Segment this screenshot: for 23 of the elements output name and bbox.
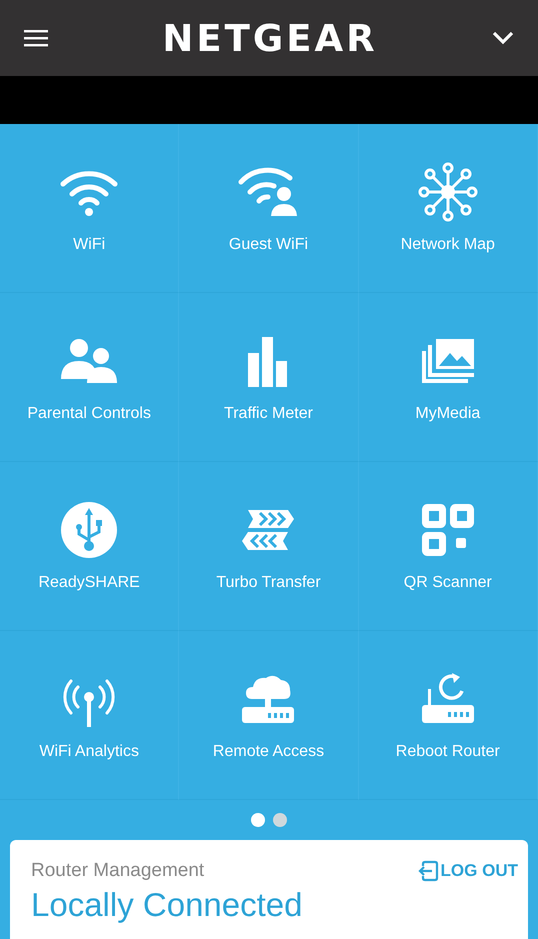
- feature-tile[interactable]: Guest WiFi: [179, 124, 359, 293]
- feature-tile[interactable]: WiFi: [0, 124, 180, 293]
- network-map-icon: [418, 162, 478, 222]
- feature-tile[interactable]: MyMedia: [358, 293, 538, 462]
- logout-button[interactable]: LOG OUT: [416, 860, 518, 882]
- logout-icon: [416, 860, 439, 882]
- card-subtitle: Router Management: [31, 860, 204, 882]
- connection-status: Locally Connected: [31, 886, 303, 924]
- page-dot[interactable]: [251, 813, 265, 827]
- menu-icon[interactable]: [24, 29, 48, 47]
- feature-tile[interactable]: Turbo Transfer: [179, 462, 359, 631]
- feature-tile[interactable]: Parental Controls: [0, 293, 180, 462]
- logo: NETGEAR: [162, 16, 378, 60]
- feature-tile[interactable]: Remote Access: [179, 631, 359, 800]
- feature-tile[interactable]: QR Scanner: [358, 462, 538, 631]
- chevron-down-icon[interactable]: [492, 31, 514, 45]
- feature-tile[interactable]: WiFi Analytics: [0, 631, 180, 800]
- usb-icon: [59, 500, 120, 560]
- feature-tile[interactable]: Traffic Meter: [179, 293, 359, 462]
- feature-tile[interactable]: ReadySHARE: [0, 462, 180, 631]
- feature-tile[interactable]: Network Map: [358, 124, 538, 293]
- page-dot[interactable]: [273, 813, 287, 827]
- feature-tile[interactable]: Reboot Router: [358, 631, 538, 800]
